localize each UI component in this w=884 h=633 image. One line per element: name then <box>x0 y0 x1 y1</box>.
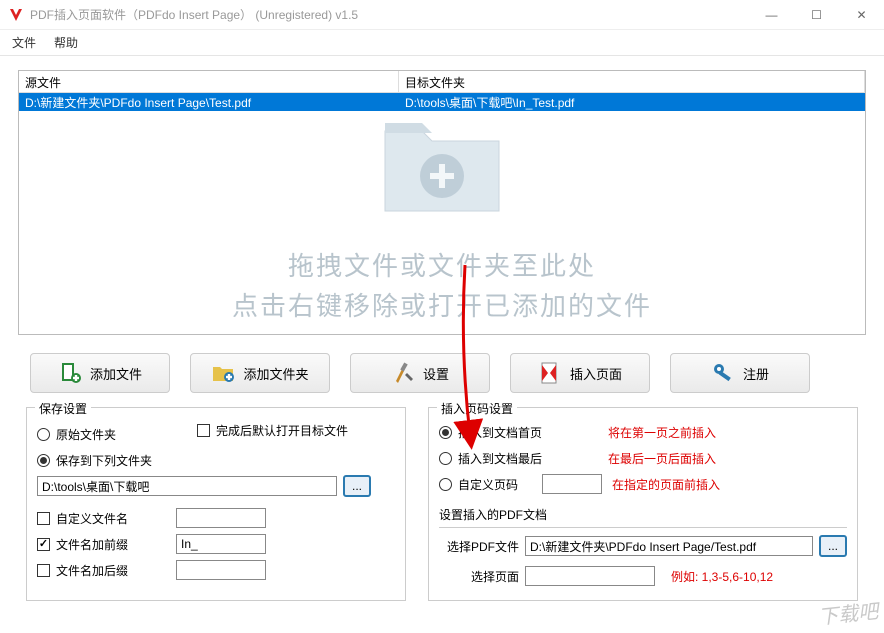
insert-first-label: 插入到文档首页 <box>458 424 608 441</box>
window-title: PDF插入页面软件（PDFdo Insert Page） (Unregister… <box>30 6 358 23</box>
register-label: 注册 <box>743 364 769 383</box>
add-file-label: 添加文件 <box>90 364 142 383</box>
custom-name-label: 自定义文件名 <box>56 510 176 527</box>
cell-target: D:\tools\桌面\下载吧\In_Test.pdf <box>399 93 865 111</box>
suffix-label: 文件名加后缀 <box>56 562 176 579</box>
save-settings-group: 保存设置 完成后默认打开目标文件 原始文件夹 保存到下列文件夹 ... 自定义文… <box>26 407 406 601</box>
prefix-input[interactable] <box>176 534 266 554</box>
drop-hint-1: 拖拽文件或文件夹至此处 <box>19 246 865 283</box>
to-folder-input[interactable] <box>37 476 337 496</box>
insert-last-label: 插入到文档最后 <box>458 450 608 467</box>
table-row[interactable]: D:\新建文件夹\PDFdo Insert Page\Test.pdf D:\t… <box>19 93 865 111</box>
to-folder-radio[interactable] <box>37 454 50 467</box>
orig-folder-radio[interactable] <box>37 428 50 441</box>
custom-page-input[interactable] <box>542 474 602 494</box>
suffix-checkbox[interactable] <box>37 564 50 577</box>
app-icon <box>8 7 24 23</box>
custom-name-input[interactable] <box>176 508 266 528</box>
suffix-input[interactable] <box>176 560 266 580</box>
col-target[interactable]: 目标文件夹 <box>399 71 865 92</box>
insert-last-radio[interactable] <box>439 452 452 465</box>
insert-page-label: 插入页面 <box>570 364 622 383</box>
file-list-area[interactable]: 源文件 目标文件夹 D:\新建文件夹\PDFdo Insert Page\Tes… <box>18 70 866 335</box>
select-page-example: 例如: 1,3-5,6-10,12 <box>671 568 773 585</box>
insert-page-icon <box>538 361 562 385</box>
register-icon <box>711 361 735 385</box>
insert-first-hint: 将在第一页之前插入 <box>608 424 716 441</box>
insert-custom-label: 自定义页码 <box>458 476 542 493</box>
menu-help[interactable]: 帮助 <box>54 34 78 51</box>
browse-pdf-button[interactable]: ... <box>819 535 847 557</box>
save-legend: 保存设置 <box>35 400 91 417</box>
open-after-label: 完成后默认打开目标文件 <box>216 422 348 439</box>
insert-legend: 插入页码设置 <box>437 400 517 417</box>
open-after-checkbox[interactable] <box>197 424 210 437</box>
insert-custom-radio[interactable] <box>439 478 452 491</box>
custom-name-checkbox[interactable] <box>37 512 50 525</box>
insert-last-hint: 在最后一页后面插入 <box>608 450 716 467</box>
list-header: 源文件 目标文件夹 <box>19 71 865 93</box>
titlebar: PDF插入页面软件（PDFdo Insert Page） (Unregister… <box>0 0 884 30</box>
add-folder-icon <box>211 361 235 385</box>
prefix-label: 文件名加前缀 <box>56 536 176 553</box>
register-button[interactable]: 注册 <box>670 353 810 393</box>
prefix-checkbox[interactable] <box>37 538 50 551</box>
settings-button[interactable]: 设置 <box>350 353 490 393</box>
orig-folder-label: 原始文件夹 <box>56 426 116 443</box>
maximize-button[interactable]: ☐ <box>794 0 839 30</box>
close-button[interactable]: ✕ <box>839 0 884 30</box>
drop-folder-icon <box>377 111 507 224</box>
insert-custom-hint: 在指定的页面前插入 <box>612 476 720 493</box>
browse-folder-button[interactable]: ... <box>343 475 371 497</box>
to-folder-label: 保存到下列文件夹 <box>56 452 152 469</box>
insert-settings-group: 插入页码设置 插入到文档首页 将在第一页之前插入 插入到文档最后 在最后一页后面… <box>428 407 858 601</box>
add-file-button[interactable]: 添加文件 <box>30 353 170 393</box>
add-folder-button[interactable]: 添加文件夹 <box>190 353 330 393</box>
drop-hint-2: 点击右键移除或打开已添加的文件 <box>19 286 865 323</box>
menubar: 文件 帮助 <box>0 30 884 56</box>
insert-page-button[interactable]: 插入页面 <box>510 353 650 393</box>
select-page-input[interactable] <box>525 566 655 586</box>
insert-sub-legend: 设置插入的PDF文档 <box>439 506 847 523</box>
add-folder-label: 添加文件夹 <box>243 364 308 383</box>
add-file-icon <box>58 361 82 385</box>
select-page-label: 选择页面 <box>439 568 519 585</box>
insert-first-radio[interactable] <box>439 426 452 439</box>
settings-icon <box>391 361 415 385</box>
settings-label: 设置 <box>423 364 449 383</box>
toolbar: 添加文件 添加文件夹 设置 插入页面 注册 <box>18 353 866 393</box>
minimize-button[interactable]: — <box>749 0 794 30</box>
menu-file[interactable]: 文件 <box>12 34 36 51</box>
cell-source: D:\新建文件夹\PDFdo Insert Page\Test.pdf <box>19 93 399 111</box>
col-source[interactable]: 源文件 <box>19 71 399 92</box>
select-pdf-label: 选择PDF文件 <box>439 538 519 555</box>
select-pdf-input[interactable] <box>525 536 813 556</box>
